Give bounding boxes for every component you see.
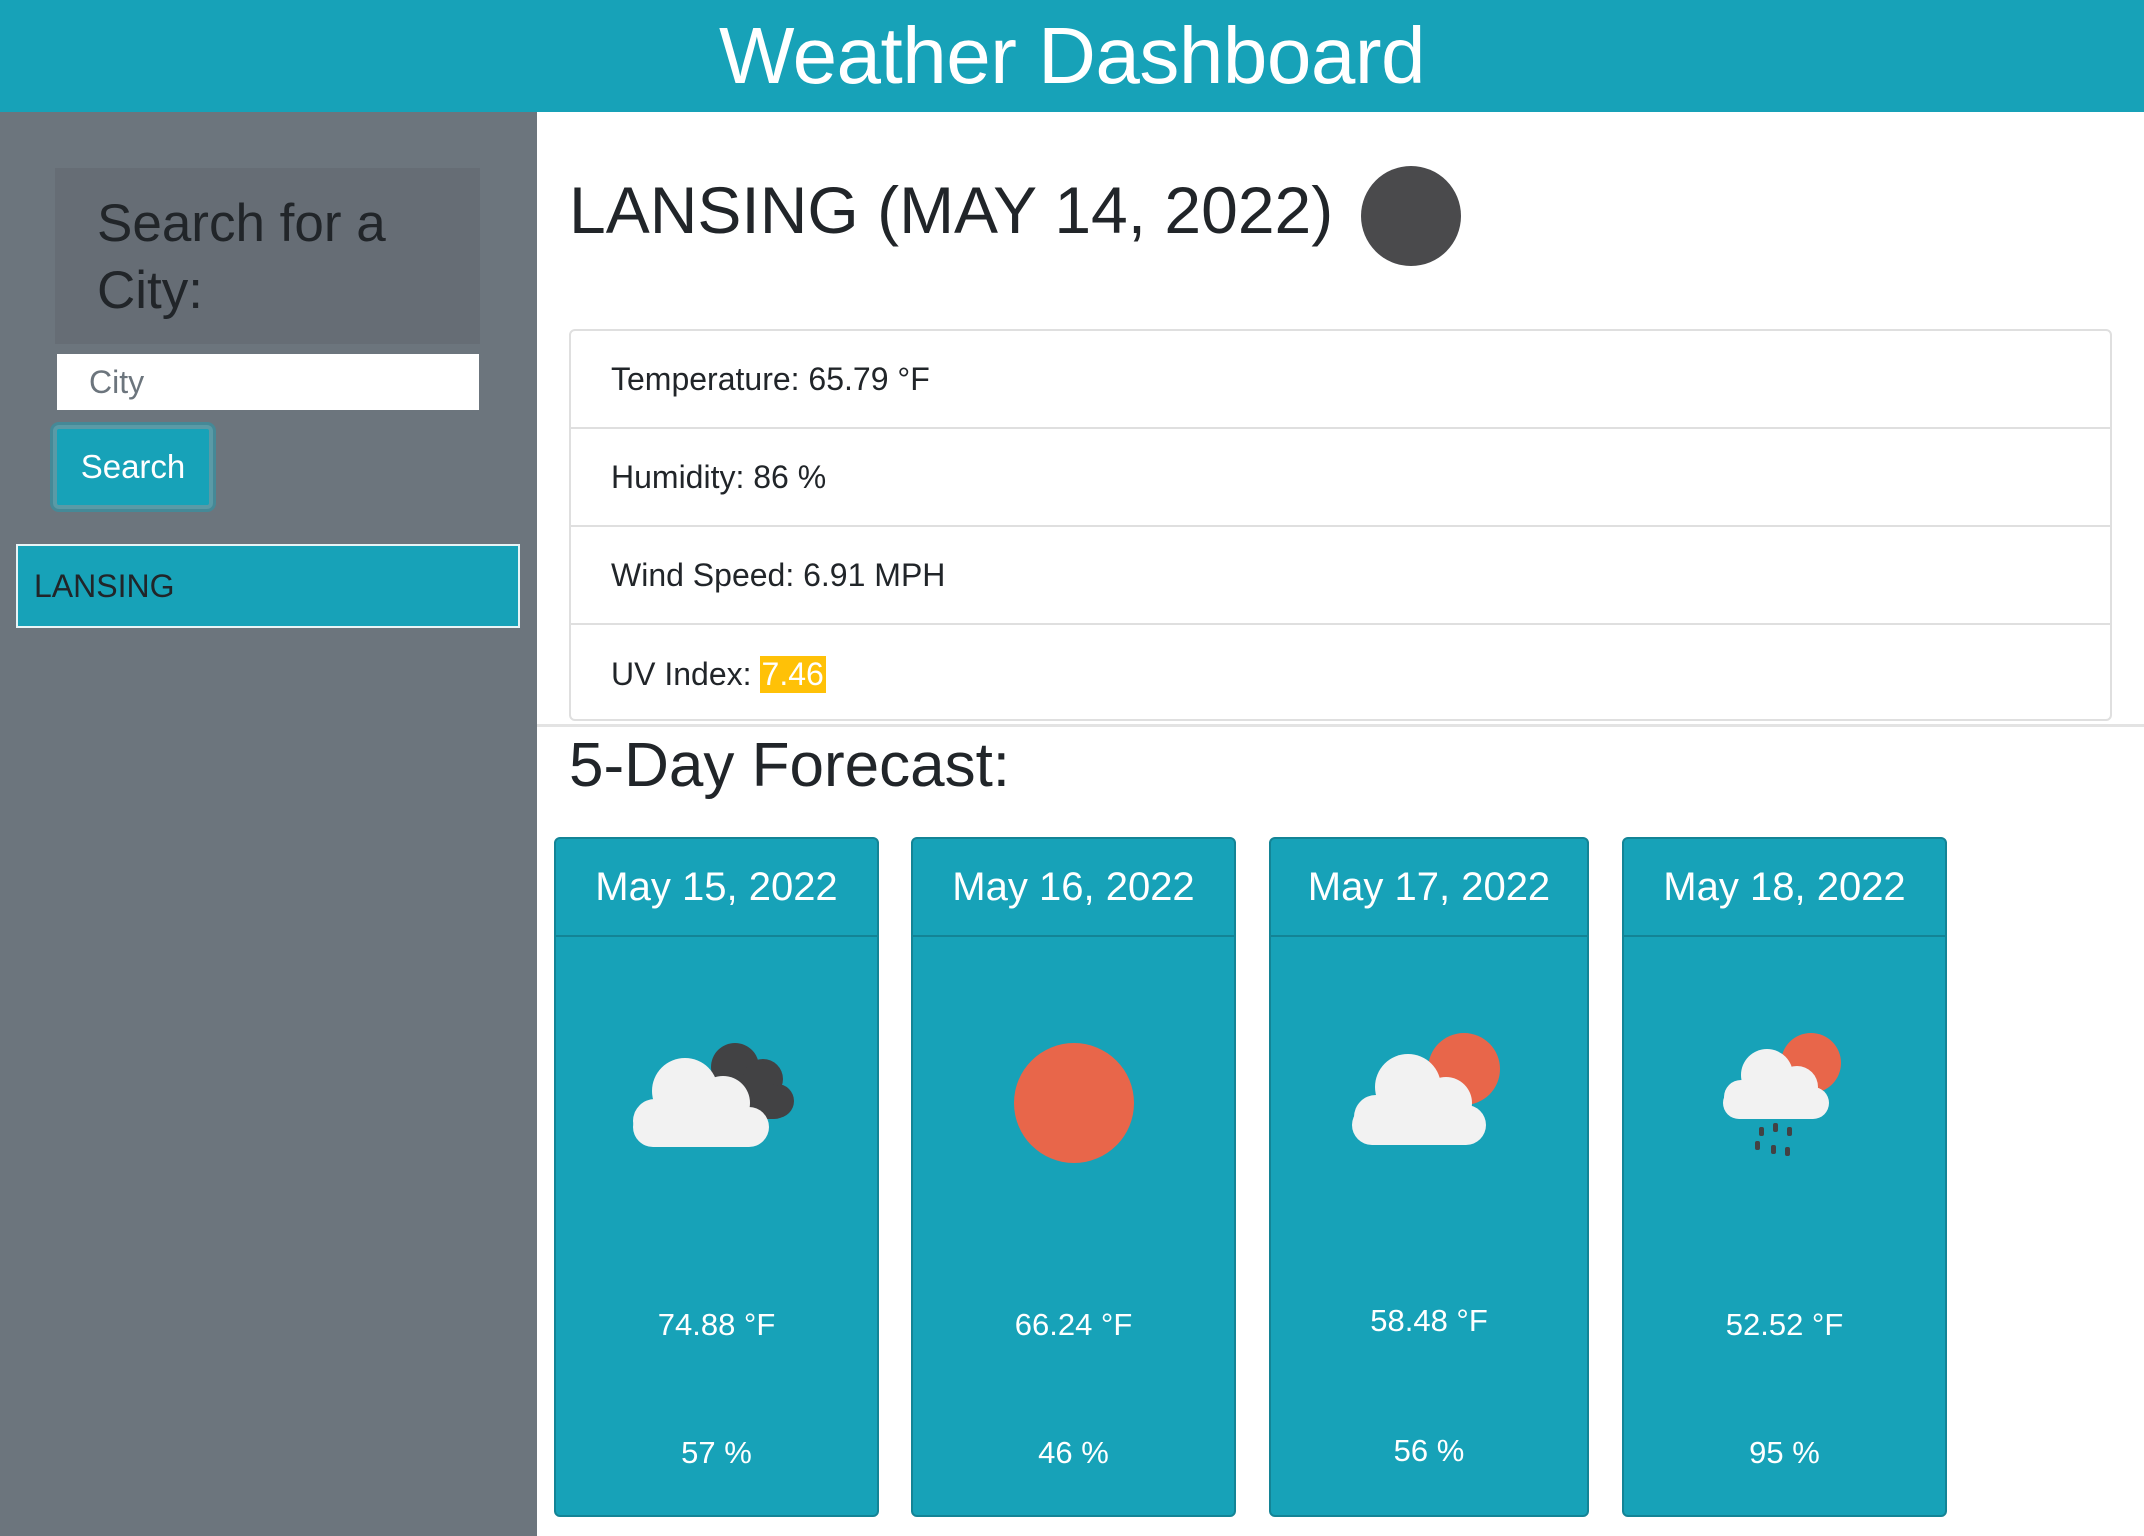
forecast-temp: 74.88 °F (657, 1307, 776, 1342)
forecast-card: May 15, 2022 74.88 °F 57 % (554, 837, 879, 1517)
forecast-temp: 52.52 °F (1725, 1307, 1844, 1342)
forecast-humidity: 56 % (1393, 1433, 1465, 1468)
forecast-date: May 15, 2022 (556, 839, 877, 937)
search-heading: Search for a City: (97, 194, 386, 320)
dark-circle-icon (1361, 166, 1461, 266)
main-content: LANSING (MAY 14, 2022) Temperature: 65.7… (537, 112, 2144, 1536)
forecast-card: May 17, 2022 58.48 °F 56 % (1269, 837, 1589, 1517)
sidebar: Search for a City: Search LANSING (0, 112, 537, 1536)
search-button[interactable]: Search (53, 425, 213, 509)
section-divider (537, 724, 2144, 727)
forecast-card: May 18, 2022 52.52 °F 95 % (1622, 837, 1947, 1517)
uv-index-badge: 7.46 (759, 655, 826, 693)
forecast-humidity: 95 % (1749, 1435, 1820, 1470)
cloud-sun-icon (1271, 1029, 1587, 1169)
forecast-date: May 17, 2022 (1271, 839, 1587, 937)
current-stats-list: Temperature: 65.79 °F Humidity: 86 % Win… (569, 329, 2112, 721)
forecast-temp: 66.24 °F (1014, 1307, 1133, 1342)
current-weather-title: LANSING (MAY 14, 2022) (569, 173, 1334, 247)
forecast-title: 5-Day Forecast: (569, 731, 1011, 800)
temperature-row: Temperature: 65.79 °F (571, 331, 2110, 429)
sun-icon (913, 1029, 1234, 1169)
city-search-input[interactable] (57, 354, 479, 410)
forecast-humidity: 46 % (1038, 1435, 1109, 1470)
app-title: Weather Dashboard (719, 11, 1426, 100)
uv-index-label: UV Index: (611, 655, 752, 692)
search-heading-box: Search for a City: (55, 168, 480, 344)
forecast-temp: 58.48 °F (1370, 1303, 1488, 1338)
forecast-card: May 16, 2022 66.24 °F 46 % (911, 837, 1236, 1517)
rain-cloud-sun-icon (1624, 1029, 1945, 1169)
app-header: Weather Dashboard (0, 0, 2144, 112)
forecast-date: May 16, 2022 (913, 839, 1234, 937)
humidity-row: Humidity: 86 % (571, 429, 2110, 527)
cloud-dark-cloud-icon (556, 1029, 877, 1169)
wind-speed-row: Wind Speed: 6.91 MPH (571, 527, 2110, 625)
history-item-lansing[interactable]: LANSING (16, 544, 520, 628)
uv-index-row: UV Index: 7.46 (571, 625, 2110, 719)
forecast-humidity: 57 % (681, 1435, 752, 1470)
forecast-date: May 18, 2022 (1624, 839, 1945, 937)
